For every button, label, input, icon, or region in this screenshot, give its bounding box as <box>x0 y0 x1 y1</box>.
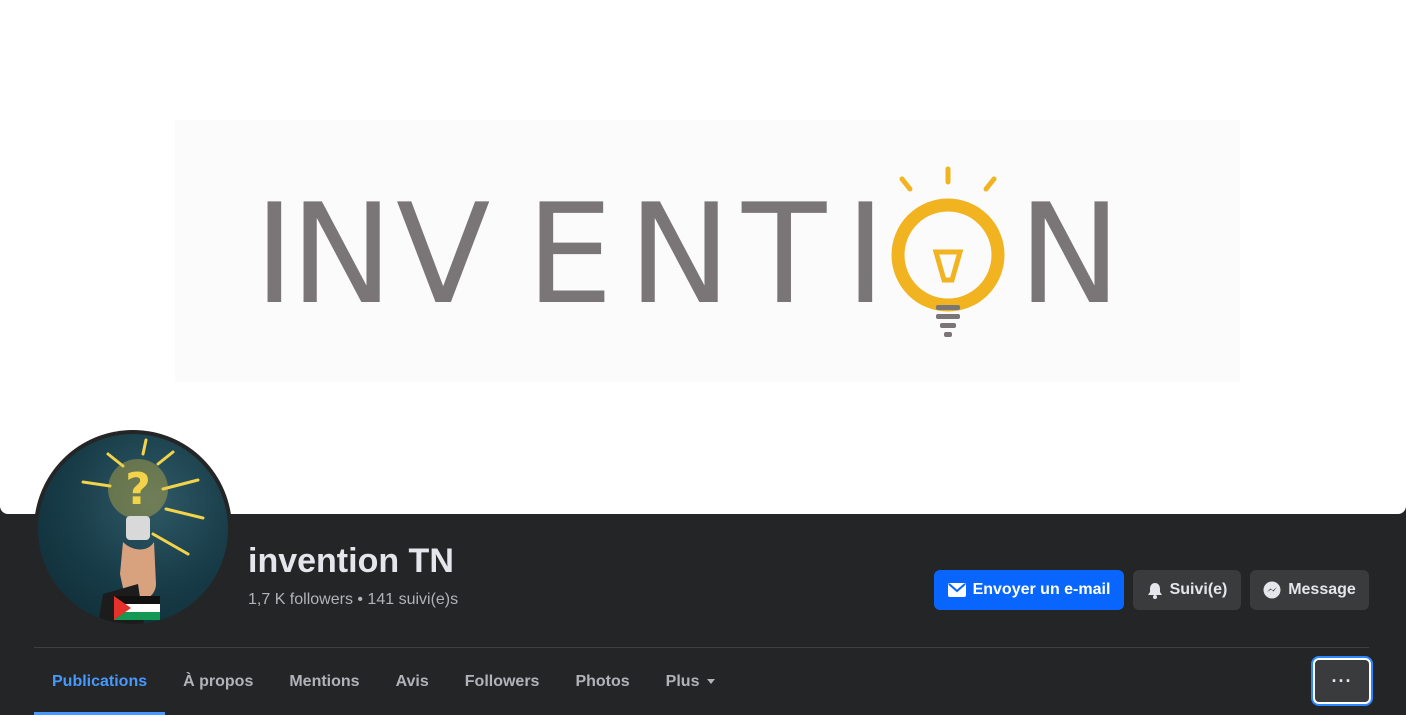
caret-down-icon <box>707 679 716 684</box>
avatar-image: ? <box>38 434 228 624</box>
page-title: invention TN <box>248 542 454 580</box>
more-options-button[interactable]: ··· <box>1313 658 1371 704</box>
logo-letter: V <box>396 174 491 335</box>
svg-text:?: ? <box>125 464 151 515</box>
send-email-button[interactable]: Envoyer un e-mail <box>934 570 1124 610</box>
following-label: Suivi(e) <box>1169 581 1228 598</box>
question-bulb-icon: ? <box>81 438 205 624</box>
palestine-flag-icon <box>114 596 160 620</box>
logo-letter: T <box>742 174 827 335</box>
logo-letter: N <box>290 174 394 335</box>
page-tabs: Publications À propos Mentions Avis Foll… <box>34 648 733 715</box>
send-email-label: Envoyer un e-mail <box>972 581 1111 598</box>
logo-letter: E <box>526 174 614 335</box>
messenger-icon <box>1263 581 1281 599</box>
logo-letter: N <box>1018 174 1122 335</box>
tab-followers[interactable]: Followers <box>447 648 558 715</box>
profile-avatar[interactable]: ? <box>34 430 232 628</box>
message-button[interactable]: Message <box>1250 570 1369 610</box>
logo-letter: I <box>254 174 295 335</box>
following-button[interactable]: Suivi(e) <box>1133 570 1241 610</box>
lightbulb-logo-icon <box>891 166 1005 337</box>
tab-plus[interactable]: Plus <box>648 648 734 715</box>
tab-avis[interactable]: Avis <box>378 648 447 715</box>
message-label: Message <box>1288 581 1356 598</box>
cover-photo[interactable]: I N V E N T I N <box>0 0 1406 514</box>
tab-photos[interactable]: Photos <box>557 648 647 715</box>
follower-stats[interactable]: 1,7 K followers • 141 suivi(e)s <box>248 591 458 609</box>
tab-mentions[interactable]: Mentions <box>271 648 377 715</box>
bell-icon <box>1147 582 1162 599</box>
tab-a-propos[interactable]: À propos <box>165 648 271 715</box>
mail-icon <box>947 583 966 597</box>
logo-letter: N <box>628 174 732 335</box>
tab-publications[interactable]: Publications <box>34 648 166 715</box>
logo-letter: I <box>845 174 886 335</box>
